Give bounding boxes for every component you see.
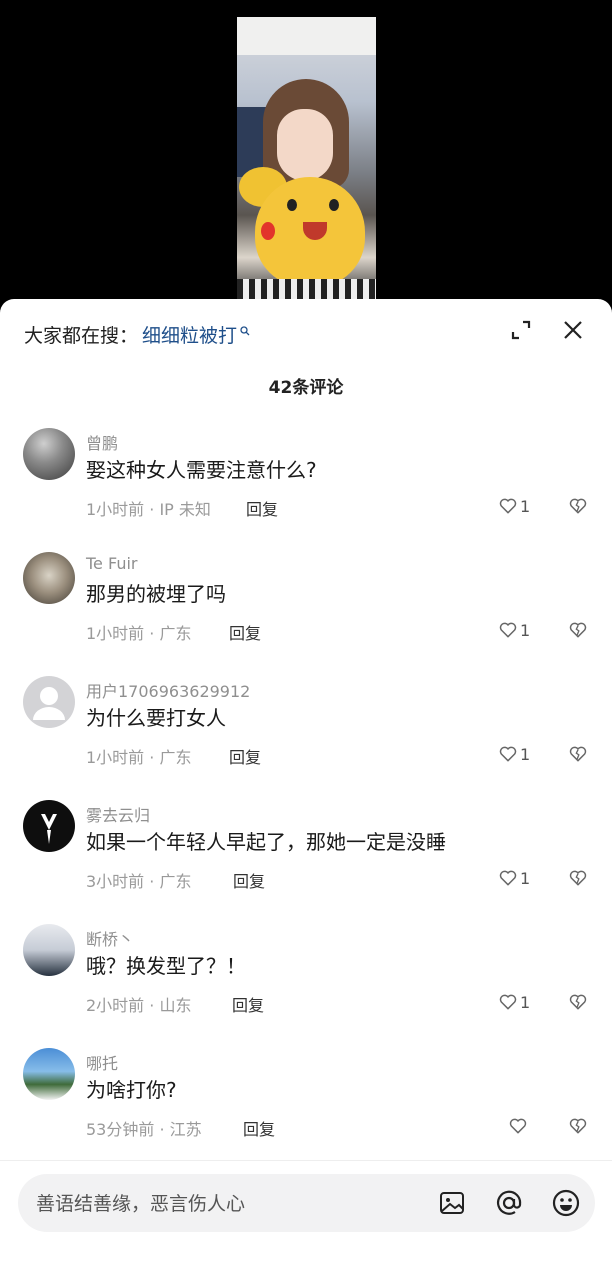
broken-heart-icon[interactable]	[568, 868, 588, 888]
heart-icon	[499, 622, 517, 638]
heart-icon	[509, 1118, 527, 1134]
comment-meta: 1小时前 · IP 未知	[86, 500, 211, 519]
comment-text: 哦？换发型了？！	[86, 954, 246, 978]
avatar[interactable]	[23, 924, 75, 976]
input-divider	[0, 1160, 612, 1161]
like-count: 1	[520, 744, 531, 764]
heart-icon	[499, 994, 517, 1010]
comment-item: 断桥丶 哦？换发型了？！ 2小时前 · 山东 回复 1	[0, 924, 612, 1048]
comment-location: 广东	[159, 624, 192, 643]
comment-text: 为什么要打女人	[86, 706, 226, 730]
like-button[interactable]: 1	[498, 868, 530, 888]
broken-heart-icon[interactable]	[568, 496, 588, 516]
suit-avatar-icon	[41, 814, 57, 844]
comment-username[interactable]: Te Fuir	[86, 554, 137, 573]
comment-item: 用户1706963629912 为什么要打女人 1小时前 · 广东 回复 1	[0, 676, 612, 800]
avatar[interactable]	[23, 552, 75, 604]
comment-item: Te Fuir 那男的被埋了吗 1小时前 · 广东 回复 1	[0, 552, 612, 676]
broken-heart-icon[interactable]	[568, 992, 588, 1012]
comment-input-bar	[18, 1174, 595, 1234]
like-button[interactable]: 1	[498, 744, 530, 764]
avatar[interactable]	[23, 800, 75, 852]
image-icon[interactable]	[438, 1189, 466, 1217]
comment-item: 哪托 为啥打你? 53分钟前 · 江苏 回复	[0, 1048, 612, 1172]
comment-meta: 53分钟前 · 江苏	[86, 1120, 202, 1139]
plush-eye-left	[287, 199, 297, 211]
like-button[interactable]	[508, 1116, 530, 1136]
heart-icon	[499, 870, 517, 886]
comment-username[interactable]: 雾去云归	[86, 802, 150, 826]
like-count: 1	[520, 992, 531, 1012]
like-count: 1	[520, 496, 531, 516]
like-button[interactable]: 1	[498, 620, 530, 640]
search-icon	[240, 326, 250, 336]
video-preview[interactable]	[237, 17, 376, 300]
broken-heart-icon[interactable]	[568, 744, 588, 764]
video-ceiling	[237, 17, 376, 55]
heart-icon	[499, 746, 517, 762]
like-button[interactable]: 1	[498, 496, 530, 516]
broken-heart-icon[interactable]	[568, 620, 588, 640]
comment-time: 1小时前	[86, 748, 145, 767]
plush-cheek	[261, 222, 275, 240]
default-avatar-icon	[33, 687, 65, 720]
comment-username[interactable]: 用户1706963629912	[86, 678, 250, 702]
trending-search-term[interactable]: 细细粒被打	[142, 321, 237, 348]
broken-heart-icon[interactable]	[568, 1116, 588, 1136]
comment-count: 42条评论	[268, 378, 344, 398]
trending-search[interactable]: 大家都在搜： 细细粒被打	[24, 319, 250, 349]
comment-time: 1小时前	[86, 500, 145, 519]
reply-button[interactable]: 回复	[246, 496, 278, 520]
comment-time: 53分钟前	[86, 1120, 155, 1139]
video-person-face	[277, 109, 333, 181]
plush-eye-right	[329, 199, 339, 211]
comment-location: 广东	[159, 872, 192, 891]
close-icon[interactable]	[560, 317, 586, 343]
avatar[interactable]	[23, 428, 75, 480]
comment-location: 江苏	[169, 1120, 202, 1139]
like-count: 1	[520, 620, 531, 640]
at-icon[interactable]	[494, 1188, 524, 1218]
comment-username[interactable]: 断桥丶	[86, 926, 134, 950]
comment-text: 为啥打你?	[86, 1078, 177, 1102]
reply-button[interactable]: 回复	[229, 620, 261, 644]
comment-location: 广东	[159, 748, 192, 767]
comment-location: IP 未知	[159, 500, 211, 519]
comment-meta: 3小时前 · 广东	[86, 872, 192, 891]
expand-icon[interactable]	[508, 317, 534, 343]
comment-text: 如果一个年轻人早起了，那她一定是没睡	[86, 830, 446, 854]
reply-button[interactable]: 回复	[229, 744, 261, 768]
comment-time: 2小时前	[86, 996, 145, 1015]
comment-input[interactable]	[34, 1174, 428, 1234]
video-blanket	[237, 279, 376, 300]
comment-meta: 1小时前 · 广东	[86, 748, 192, 767]
avatar[interactable]	[23, 1048, 75, 1100]
heart-icon	[499, 498, 517, 514]
like-button[interactable]: 1	[498, 992, 530, 1012]
reply-button[interactable]: 回复	[243, 1116, 275, 1140]
trending-search-prefix: 大家都在搜：	[24, 324, 139, 347]
reply-button[interactable]: 回复	[232, 992, 264, 1016]
comment-time: 1小时前	[86, 624, 145, 643]
comment-item: 曾鹏 娶这种女人需要注意什么? 1小时前 · IP 未知 回复 1	[0, 428, 612, 552]
like-count: 1	[520, 868, 531, 888]
comment-username[interactable]: 曾鹏	[86, 430, 118, 454]
comment-username[interactable]: 哪托	[86, 1050, 118, 1074]
comment-meta: 2小时前 · 山东	[86, 996, 192, 1015]
comment-item: 雾去云归 如果一个年轻人早起了，那她一定是没睡 3小时前 · 广东 回复 1	[0, 800, 612, 924]
avatar[interactable]	[23, 676, 75, 728]
comment-time: 3小时前	[86, 872, 145, 891]
comment-meta: 1小时前 · 广东	[86, 624, 192, 643]
reply-button[interactable]: 回复	[233, 868, 265, 892]
comment-sheet: 大家都在搜： 细细粒被打 42条评论 曾鹏 娶这种女人需要注意什么? 1小时前 …	[0, 299, 612, 1280]
comment-location: 山东	[159, 996, 192, 1015]
emoji-icon[interactable]	[551, 1188, 581, 1218]
comment-text: 娶这种女人需要注意什么?	[86, 458, 317, 482]
comment-text: 那男的被埋了吗	[86, 582, 226, 606]
